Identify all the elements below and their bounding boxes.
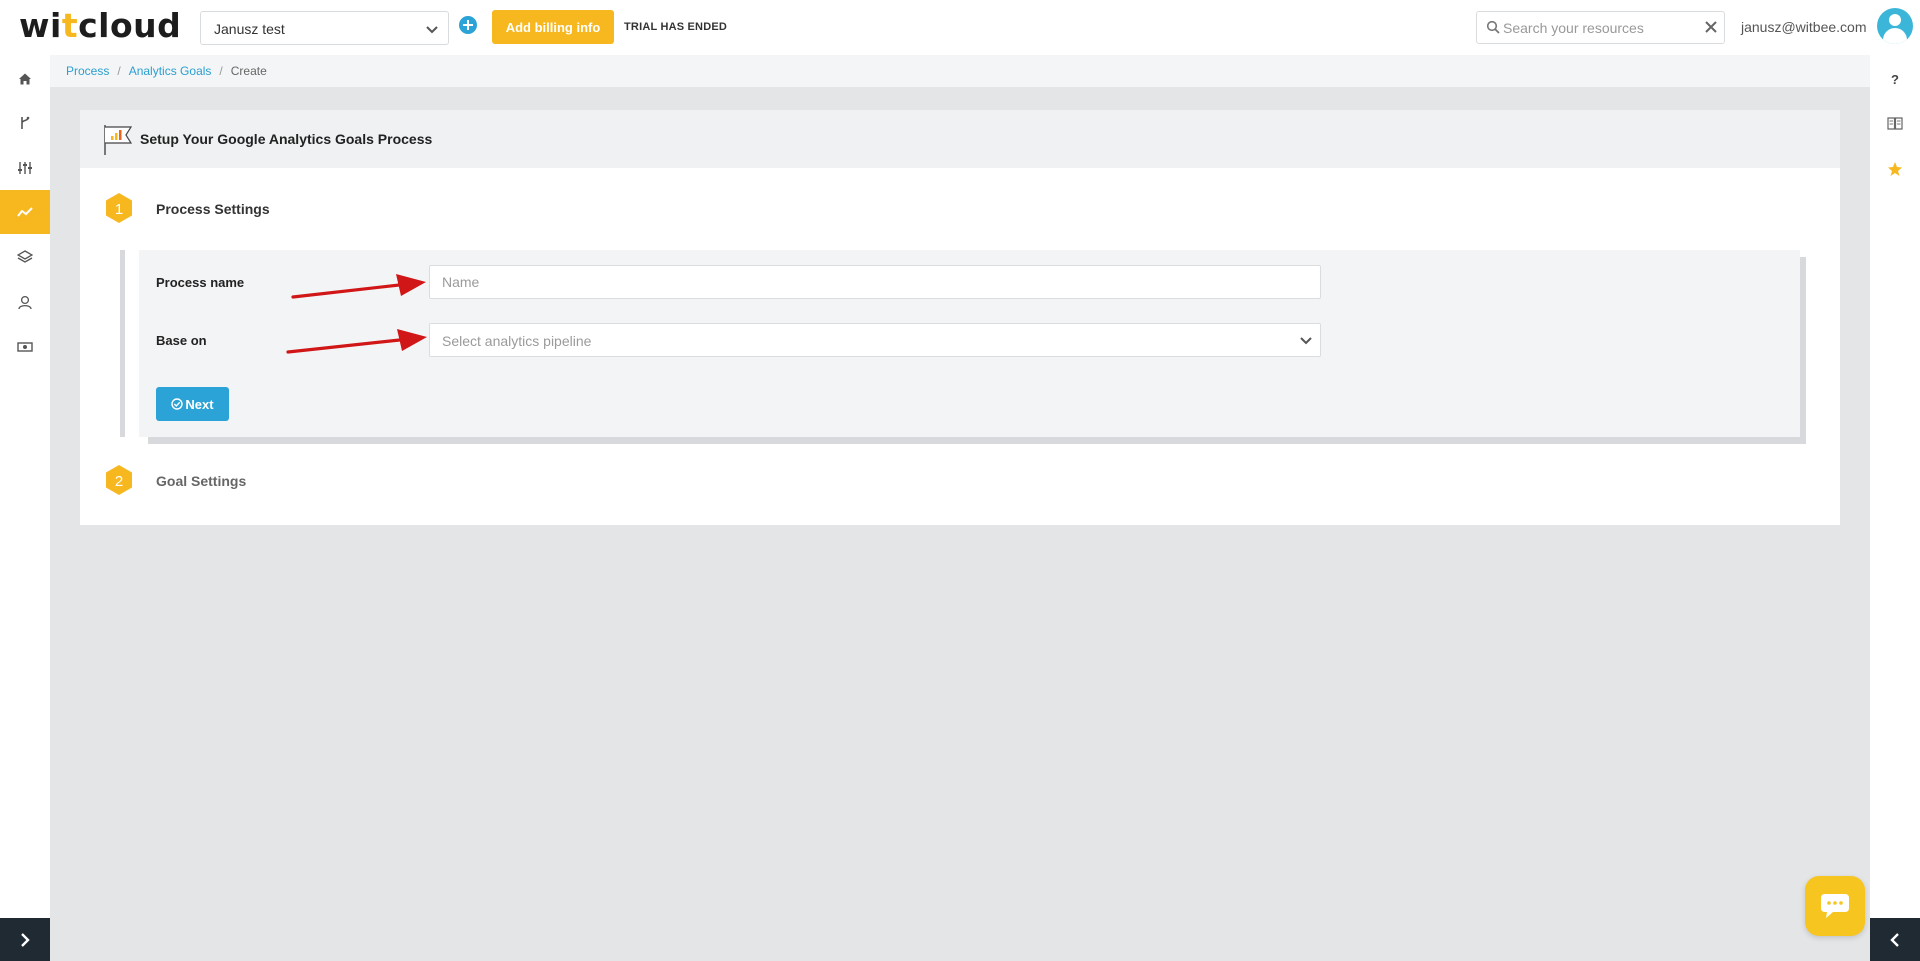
organization-select[interactable]: Janusz test [200, 11, 449, 45]
step-2-number: 2 [114, 473, 124, 490]
breadcrumb-bar: Process / Analytics Goals / Create [50, 55, 1870, 87]
organization-select-value: Janusz test [214, 21, 285, 37]
base-on-label: Base on [156, 333, 207, 348]
top-bar: witcloud Janusz test Add billing info TR… [0, 0, 1920, 55]
breadcrumb-analytics-goals[interactable]: Analytics Goals [129, 64, 212, 78]
check-circle-icon [171, 398, 184, 410]
sidebar-item-settings[interactable] [0, 146, 50, 190]
sidebar-item-pipelines[interactable] [0, 101, 50, 145]
step-1-connector [120, 250, 125, 437]
step-1-number: 1 [114, 201, 124, 218]
help-icon: ? [1891, 71, 1899, 87]
process-name-input[interactable] [429, 265, 1321, 299]
search-icon [1486, 20, 1500, 39]
sidebar-item-billing[interactable] [0, 325, 50, 369]
left-sidebar [0, 55, 50, 961]
breadcrumb-process[interactable]: Process [66, 64, 109, 78]
user-email[interactable]: janusz@witbee.com [1741, 19, 1867, 35]
chat-widget-button[interactable] [1805, 876, 1865, 936]
search-box [1476, 11, 1725, 44]
expand-sidebar-button[interactable] [0, 918, 50, 961]
help-button[interactable]: ? [1870, 59, 1920, 99]
sliders-icon [18, 162, 32, 174]
sidebar-item-analytics[interactable] [0, 190, 50, 234]
annotation-arrow-icon [286, 329, 427, 354]
pipeline-icon [21, 116, 30, 129]
witcloud-logo[interactable]: witcloud [19, 6, 181, 45]
card-title: Setup Your Google Analytics Goals Proces… [140, 131, 433, 147]
breadcrumb-separator: / [117, 64, 121, 78]
docs-button[interactable] [1870, 103, 1920, 143]
chat-icon [1821, 894, 1849, 918]
star-icon [1888, 162, 1902, 176]
card-header: Setup Your Google Analytics Goals Proces… [80, 110, 1840, 168]
analytics-pipeline-select[interactable]: Select analytics pipeline [429, 323, 1321, 357]
process-name-label: Process name [156, 275, 245, 290]
process-setup-card: Setup Your Google Analytics Goals Proces… [80, 110, 1840, 525]
next-button[interactable]: Next [156, 387, 229, 421]
collapse-right-sidebar-button[interactable] [1870, 918, 1920, 961]
billing-icon [17, 342, 33, 352]
analytics-icon [17, 207, 33, 217]
trial-status-text: TRIAL HAS ENDED [624, 21, 728, 33]
sidebar-item-users[interactable] [0, 280, 50, 324]
home-icon [19, 73, 31, 85]
right-sidebar: ? [1870, 55, 1920, 961]
breadcrumb-create: Create [230, 64, 267, 78]
sidebar-item-layers[interactable] [0, 235, 50, 279]
book-icon [1887, 117, 1903, 130]
search-input[interactable] [1503, 18, 1693, 38]
analytics-flag-icon [102, 124, 134, 161]
whats-new-button[interactable] [1870, 149, 1920, 189]
add-organization-icon[interactable] [459, 16, 477, 34]
step-2-title[interactable]: Goal Settings [156, 473, 246, 489]
add-billing-info-button[interactable]: Add billing info [492, 10, 614, 44]
annotation-arrow-icon [291, 274, 426, 299]
chevron-down-icon [1298, 334, 1314, 353]
breadcrumb: Process / Analytics Goals / Create [66, 64, 267, 78]
step-1-title[interactable]: Process Settings [156, 201, 270, 217]
chevron-down-icon [424, 21, 440, 42]
chevron-left-icon [1890, 932, 1899, 947]
layers-icon [17, 249, 33, 263]
user-avatar[interactable] [1877, 8, 1913, 44]
user-icon [18, 295, 32, 309]
sidebar-item-home[interactable] [0, 57, 50, 101]
clear-search-icon[interactable] [1704, 20, 1718, 39]
analytics-pipeline-placeholder: Select analytics pipeline [442, 333, 592, 349]
breadcrumb-separator: / [219, 64, 223, 78]
chevron-right-icon [21, 932, 30, 947]
